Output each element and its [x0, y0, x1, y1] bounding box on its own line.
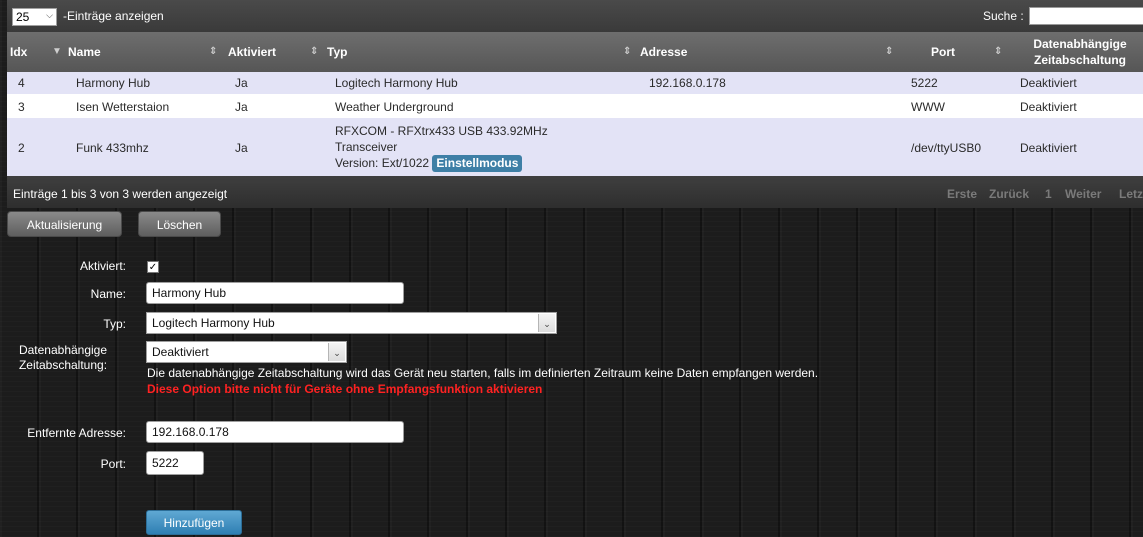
name-input[interactable]: Harmony Hub	[146, 282, 404, 304]
cell-timeout: Deaktiviert	[1020, 76, 1077, 90]
pager-next[interactable]: Weiter	[1061, 184, 1105, 204]
setup-mode-button[interactable]: Einstellmodus	[432, 155, 523, 172]
timeout-help-text: Die datenabhängige Zeitabschaltung wird …	[147, 366, 819, 380]
page-length-label: -Einträge anzeigen	[63, 9, 164, 23]
cell-idx: 3	[18, 100, 25, 114]
column-header-label: Datenabhängige	[1033, 37, 1127, 51]
cell-address: 192.168.0.178	[649, 76, 726, 90]
activated-label: Aktiviert:	[79, 259, 126, 273]
cell-type: Logitech Harmony Hub	[335, 76, 458, 90]
type-line: Transceiver	[335, 140, 398, 154]
activated-checkbox[interactable]: ✓	[147, 261, 159, 273]
cell-activated: Ja	[235, 141, 248, 155]
timeout-select-value: Deaktiviert	[152, 345, 209, 359]
table-body: 4 Harmony Hub Ja Logitech Harmony Hub 19…	[7, 72, 1143, 176]
cell-port: /dev/ttyUSB0	[911, 141, 982, 155]
timeout-select[interactable]: Deaktiviert ⌄	[146, 341, 347, 363]
cell-timeout: Deaktiviert	[1020, 100, 1077, 114]
table-toolbar: 25 ⌵ -Einträge anzeigen Suche :	[7, 0, 1143, 32]
timeout-label-line: Datenabhängige	[18, 343, 108, 357]
column-header-type[interactable]: Typ ⇕	[327, 32, 633, 72]
cell-port: WWW	[911, 100, 945, 114]
table-footer: Einträge 1 bis 3 von 3 werden angezeigt …	[7, 176, 1143, 208]
pager-first[interactable]: Erste	[943, 184, 981, 204]
timeout-warning-text: Diese Option bitte nicht für Geräte ohne…	[147, 382, 543, 396]
type-line: Version: Ext/1022 Einstellmodus	[335, 155, 548, 172]
type-select[interactable]: Logitech Harmony Hub ⌄	[146, 312, 557, 334]
cell-idx: 2	[18, 141, 25, 155]
sort-both-icon: ⇕	[885, 46, 894, 57]
cell-name: Funk 433mhz	[76, 141, 149, 155]
page-length-select[interactable]: 25 ⌵	[12, 8, 57, 26]
chevron-down-icon: ⌵	[46, 10, 53, 20]
sort-both-icon: ⇕	[623, 46, 632, 57]
cell-name: Harmony Hub	[76, 76, 151, 90]
type-select-value: Logitech Harmony Hub	[152, 316, 275, 330]
version-text: Version: Ext/1022	[335, 156, 430, 170]
pager-prev[interactable]: Zurück	[985, 184, 1033, 204]
column-header-address[interactable]: Adresse ⇕	[640, 32, 896, 72]
type-label: Typ:	[103, 317, 126, 331]
checkmark-icon: ✓	[148, 262, 158, 273]
column-header-activated[interactable]: Aktiviert ⇕	[228, 32, 321, 72]
pager-last[interactable]: Letz	[1115, 184, 1143, 204]
column-header-label: Port	[931, 45, 955, 59]
cell-idx: 4	[18, 76, 25, 90]
chevron-down-icon: ⌄	[538, 314, 555, 332]
column-header-name[interactable]: Name ⇕	[68, 32, 221, 72]
search-label: Suche :	[983, 9, 1024, 23]
sort-both-icon: ⇕	[209, 46, 218, 57]
cell-type: Weather Underground	[335, 100, 454, 114]
port-label: Port:	[100, 457, 126, 471]
timeout-label-line: Zeitabschaltung:	[18, 358, 108, 372]
column-header-timeout[interactable]: Datenabhängige Zeitabschaltung	[1017, 36, 1143, 76]
address-input[interactable]: 192.168.0.178	[146, 421, 404, 443]
update-button[interactable]: Aktualisierung	[7, 211, 122, 237]
cell-timeout: Deaktiviert	[1020, 141, 1077, 155]
cell-name: Isen Wetterstaion	[76, 100, 170, 114]
add-button[interactable]: Hinzufügen	[146, 510, 242, 535]
sort-desc-icon: ▼	[52, 46, 62, 57]
address-label: Entfernte Adresse:	[27, 426, 126, 440]
column-header-label: Name	[68, 45, 101, 59]
type-line: RFXCOM - RFXtrx433 USB 433.92MHz	[335, 124, 548, 138]
cell-activated: Ja	[235, 100, 248, 114]
column-header-label: Idx	[10, 45, 28, 59]
sort-both-icon: ⇕	[994, 46, 1003, 57]
chevron-down-icon: ⌄	[328, 343, 345, 361]
cell-type: RFXCOM - RFXtrx433 USB 433.92MHz Transce…	[335, 123, 548, 172]
timeout-label: Datenabhängige Zeitabschaltung:	[0, 343, 126, 373]
delete-button[interactable]: Löschen	[138, 211, 221, 237]
search-input[interactable]	[1029, 7, 1143, 25]
sort-both-icon: ⇕	[310, 46, 319, 57]
column-header-label: Aktiviert	[228, 45, 277, 59]
name-label: Name:	[90, 287, 126, 301]
column-header-label: Adresse	[640, 45, 688, 59]
column-header-idx[interactable]: Idx ▼	[10, 32, 68, 72]
port-input[interactable]: 5222	[146, 451, 204, 475]
column-header-label: Zeitabschaltung	[1033, 53, 1126, 67]
column-header-port[interactable]: Port ⇕	[902, 32, 1002, 72]
table-row[interactable]: 2 Funk 433mhz Ja RFXCOM - RFXtrx433 USB …	[7, 118, 1143, 176]
table-row[interactable]: 4 Harmony Hub Ja Logitech Harmony Hub 19…	[7, 72, 1143, 94]
table-info: Einträge 1 bis 3 von 3 werden angezeigt	[13, 187, 228, 201]
table-header: Idx ▼ Name ⇕ Aktiviert ⇕ Typ ⇕ Adresse ⇕…	[7, 32, 1143, 72]
table-row[interactable]: 3 Isen Wetterstaion Ja Weather Undergrou…	[7, 94, 1143, 118]
column-header-label: Typ	[327, 45, 348, 59]
cell-port: 5222	[911, 76, 938, 90]
cell-activated: Ja	[235, 76, 248, 90]
pager-page[interactable]: 1	[1041, 184, 1056, 204]
page-length-value: 25	[16, 10, 30, 24]
